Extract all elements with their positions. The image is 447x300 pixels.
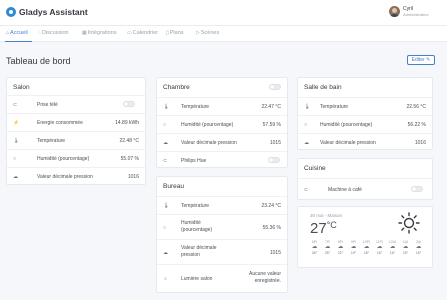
toggle-philips-hue[interactable]	[268, 157, 280, 163]
tab-plans[interactable]: ▯Plans	[166, 30, 184, 36]
app-title[interactable]: Gladys Assistant	[19, 7, 88, 17]
cloud-icon: ☁	[304, 140, 309, 146]
list-item: 🌡 Température 22.56 °C	[298, 97, 432, 115]
card-chambre: Chambre 🌡 Température 22.47 °C ○ Humidit…	[156, 77, 288, 168]
grid-icon: ▦	[82, 30, 87, 36]
chat-icon: ◌	[38, 30, 41, 36]
forecast-item: 12AI ☁ 16°	[388, 240, 397, 255]
plug-icon: ⊂	[163, 158, 168, 164]
map-icon: ▯	[166, 30, 169, 36]
edit-button[interactable]: Editer ✎	[407, 55, 435, 65]
tab-scenes[interactable]: ▷Scènes	[196, 30, 219, 36]
tab-accueil[interactable]: ⌂Accueil	[6, 30, 28, 36]
card-cuisine: Cuisine ⊂ Machine à café	[297, 158, 433, 200]
gladys-logo-icon[interactable]	[6, 7, 16, 17]
thermometer-icon: 🌡	[163, 104, 170, 110]
cloud-icon: ☁	[350, 244, 357, 250]
home-icon: ⌂	[6, 30, 10, 36]
weather-location: 30 mai - Maison	[310, 213, 343, 218]
droplet-icon: ○	[13, 156, 17, 162]
cloud-icon: ☁	[363, 244, 370, 250]
sun-icon: ☼	[163, 276, 168, 282]
tab-integrations[interactable]: ▦Intégrations	[82, 30, 116, 36]
toggle-chambre[interactable]	[269, 84, 281, 90]
card-title: Salle de bain	[304, 84, 342, 91]
cloud-icon: ☁	[402, 244, 409, 250]
tab-discussion[interactable]: ◌Discussion	[38, 30, 69, 36]
forecast-item: 7PI ☁ 25°	[322, 240, 333, 255]
plug-icon: ⊂	[304, 187, 309, 193]
droplet-icon: ○	[304, 122, 308, 128]
list-item: ○ Humidité (pourcentage) 57.59 %	[157, 115, 287, 133]
cloud-icon: ☁	[311, 244, 318, 250]
card-title: Salon	[13, 84, 30, 91]
thermometer-icon: 🌡	[163, 203, 170, 209]
top-bar: Gladys Assistant Cyril Administrateur	[0, 0, 447, 26]
list-item: ⊂ Philips Hue	[157, 151, 287, 169]
cloud-icon: ☁	[337, 244, 344, 250]
forecast-item: 9PI ☁ 19°	[348, 240, 359, 255]
list-item: ⊂ Prise télé	[7, 95, 145, 113]
tab-calendrier[interactable]: ▭Calendrier	[127, 30, 158, 36]
cloud-icon: ☁	[13, 174, 18, 180]
cloud-icon: ☁	[415, 244, 422, 250]
list-item: 🌡 Température 22.48 °C	[7, 131, 145, 149]
toggle-machine-a-cafe[interactable]	[411, 186, 423, 192]
droplet-icon: ○	[163, 225, 167, 231]
cloud-icon: ☁	[163, 250, 168, 256]
card-salon: Salon ⊂ Prise télé ⚡ Energie consommée 1…	[6, 77, 146, 185]
thermometer-icon: 🌡	[13, 138, 20, 144]
page-title: Tableau de bord	[6, 56, 71, 66]
list-item: ○ Humidité (pourcentage) 55.07 %	[7, 149, 145, 167]
cloud-icon: ☁	[163, 140, 168, 146]
forecast-item: 11PI ☁ 16°	[374, 240, 385, 255]
cloud-icon: ☁	[389, 244, 396, 250]
lightning-icon: ⚡	[13, 120, 20, 126]
forecast-item: 10PI ☁ 18°	[362, 240, 371, 255]
list-item: ☼ Lumière salon Aucune valeur enregistré…	[157, 264, 287, 293]
list-item: ○ Humidité (pourcentage) 56.22 %	[298, 115, 432, 133]
sun-icon	[398, 212, 420, 234]
list-item: ☁ Valeur décimale pression 1016	[7, 167, 145, 185]
forecast-item: 2AI ☁ 15°	[413, 240, 424, 255]
cloud-icon: ☁	[376, 244, 383, 250]
nav-bar: ⌂Accueil ◌Discussion ▦Intégrations ▭Cale…	[0, 26, 447, 42]
active-tab-indicator	[5, 41, 32, 42]
card-title: Bureau	[163, 183, 184, 190]
list-item: ☁ Valeur décimale pression 1015	[157, 239, 287, 264]
list-item: 🌡 Température 23.24 °C	[157, 196, 287, 214]
list-item: ☁ Valeur décimale pression 1016	[298, 133, 432, 151]
card-weather: 30 mai - Maison 27°C 6PI ☁ 26° 7PI ☁ 25° 8PI…	[297, 206, 433, 268]
card-title: Chambre	[163, 84, 190, 91]
list-item: ⊂ Machine à café	[298, 178, 432, 200]
thermometer-icon: 🌡	[304, 104, 311, 110]
forecast-item: 8PI ☁ 22°	[335, 240, 346, 255]
card-bureau: Bureau 🌡 Température 23.24 °C ○ Humidité…	[156, 176, 288, 293]
list-item: ○ Humidité (pourcentage) 55.36 %	[157, 214, 287, 239]
list-item: ☁ Valeur décimale pression 1015	[157, 133, 287, 151]
calendar-icon: ▭	[127, 30, 132, 36]
list-item: ⚡ Energie consommée 14.89 kWh	[7, 113, 145, 131]
forecast-item: 6PI ☁ 26°	[309, 240, 320, 255]
avatar[interactable]	[389, 6, 400, 17]
toggle-prise-tele[interactable]	[123, 101, 135, 107]
card-salle-de-bain: Salle de bain 🌡 Température 22.56 °C ○ H…	[297, 77, 433, 150]
list-item: 🌡 Température 22.47 °C	[157, 97, 287, 115]
weather-temperature: 27°C	[310, 220, 337, 237]
play-icon: ▷	[196, 30, 200, 36]
droplet-icon: ○	[163, 122, 167, 128]
forecast-item: 1AI ☁ 15°	[400, 240, 411, 255]
card-title: Cuisine	[304, 165, 326, 172]
cloud-icon: ☁	[324, 244, 331, 250]
user-role: Administrateur	[403, 12, 429, 17]
plug-icon: ⊂	[13, 102, 18, 108]
